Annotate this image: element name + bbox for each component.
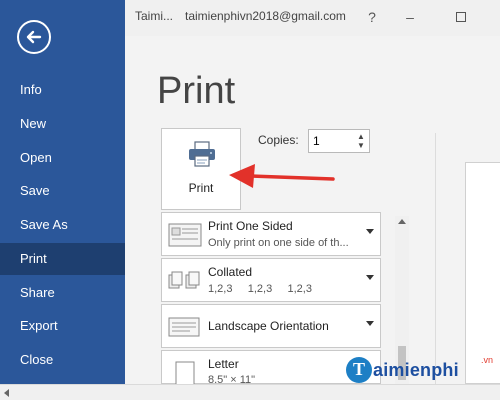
logo-suffix: .vn bbox=[481, 355, 494, 365]
back-arrow-icon bbox=[26, 30, 42, 44]
sidebar-item-export[interactable]: Export bbox=[0, 310, 125, 342]
page-title: Print bbox=[157, 70, 236, 112]
logo-badge-icon: T bbox=[346, 357, 372, 383]
title-bar: Taimi... taimienphivn2018@gmail.com ? – bbox=[125, 0, 500, 36]
sides-title: Print One Sided bbox=[208, 219, 293, 233]
help-button[interactable]: ? bbox=[363, 8, 381, 26]
copies-value: 1 bbox=[313, 134, 320, 148]
pane-divider bbox=[435, 133, 436, 384]
sidebar-item-info[interactable]: Info bbox=[0, 74, 125, 106]
sidebar-item-print[interactable]: Print bbox=[0, 243, 125, 275]
copies-down-icon[interactable]: ▼ bbox=[357, 142, 367, 150]
back-button[interactable] bbox=[17, 20, 51, 54]
chevron-down-icon bbox=[366, 321, 374, 326]
sidebar-item-new[interactable]: New bbox=[0, 108, 125, 140]
copies-label: Copies: bbox=[258, 133, 299, 147]
annotation-arrow-icon bbox=[229, 164, 335, 188]
collation-dropdown[interactable]: Collated 1,2,3 1,2,3 1,2,3 bbox=[161, 258, 381, 302]
account-short-name[interactable]: Taimi... bbox=[135, 9, 173, 23]
chevron-down-icon bbox=[366, 275, 374, 280]
orientation-title: Landscape Orientation bbox=[208, 319, 329, 333]
chevron-down-icon bbox=[366, 229, 374, 234]
paper-size-icon bbox=[175, 361, 195, 385]
sidebar-item-save[interactable]: Save bbox=[0, 175, 125, 207]
sides-dropdown[interactable]: Print One Sided Only print on one side o… bbox=[161, 212, 381, 256]
sides-subtitle: Only print on one side of th... bbox=[208, 237, 349, 249]
paper-size-title: Letter bbox=[208, 357, 239, 371]
scroll-left-icon[interactable] bbox=[4, 389, 9, 397]
sidebar-item-open[interactable]: Open bbox=[0, 142, 125, 174]
copies-stepper[interactable]: 1 ▲ ▼ bbox=[308, 129, 370, 153]
sidebar-item-close[interactable]: Close bbox=[0, 344, 125, 376]
watermark-logo: T aimienphi .vn bbox=[346, 355, 496, 387]
collated-icon bbox=[168, 271, 200, 289]
maximize-icon bbox=[456, 12, 466, 22]
printer-icon bbox=[189, 141, 215, 167]
scroll-up-icon[interactable] bbox=[398, 219, 406, 224]
minimize-button[interactable]: – bbox=[401, 8, 419, 26]
orientation-dropdown[interactable]: Landscape Orientation bbox=[161, 304, 381, 348]
sidebar-item-share[interactable]: Share bbox=[0, 277, 125, 309]
print-preview bbox=[465, 162, 500, 384]
account-email[interactable]: taimienphivn2018@gmail.com bbox=[185, 9, 346, 23]
collation-subtitle: 1,2,3 1,2,3 1,2,3 bbox=[208, 283, 312, 295]
backstage-sidebar: Info New Open Save Save As Print Share E… bbox=[0, 0, 125, 384]
collation-title: Collated bbox=[208, 265, 253, 279]
sidebar-item-save-as[interactable]: Save As bbox=[0, 209, 125, 241]
print-pane: Print Print Copies: 1 ▲ ▼ Print One Side… bbox=[125, 36, 500, 386]
logo-text: aimienphi bbox=[373, 360, 459, 380]
landscape-icon bbox=[168, 317, 200, 337]
maximize-button[interactable] bbox=[452, 8, 470, 26]
one-sided-icon bbox=[168, 223, 202, 247]
copies-up-icon[interactable]: ▲ bbox=[357, 133, 367, 141]
